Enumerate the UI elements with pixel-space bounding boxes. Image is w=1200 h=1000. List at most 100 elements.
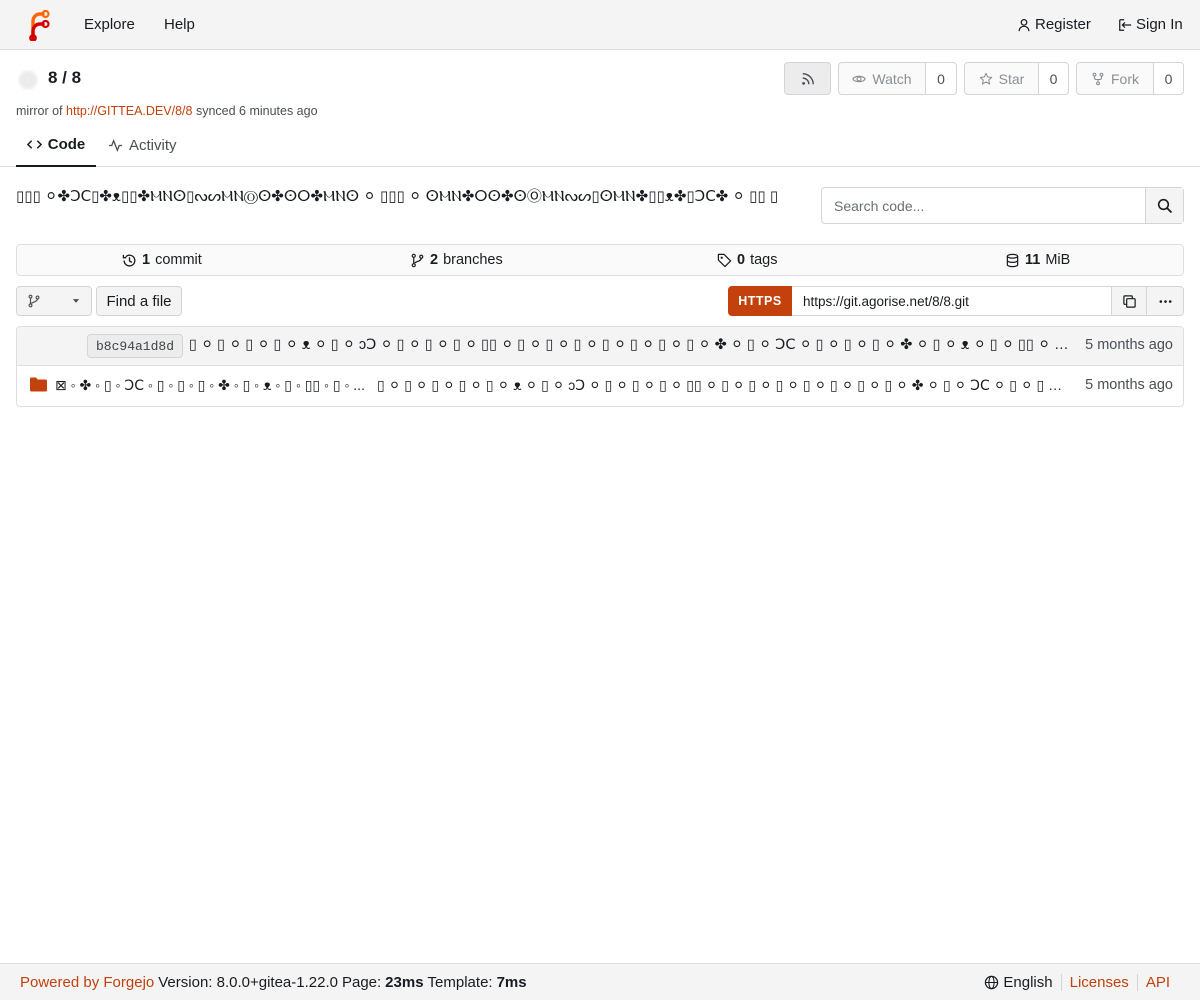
copy-icon [1122,294,1136,308]
fork-button[interactable]: Fork [1076,62,1154,95]
table-row: ⊠ ◦ ✤ ◦ ▯ ◦ ↃⅭ ◦ ▯ ◦ ▯ ◦ ▯ ◦ ✤ ◦ ▯ ◦ ᴥ ◦… [17,366,1183,406]
repo-stats-bar: 1 commit 2 branches 0 tags 11 MiB [16,244,1184,276]
fork-label: Fork [1111,70,1139,87]
star-count[interactable]: 0 [1039,62,1069,95]
branches-count: 2 [430,252,439,268]
more-options-button[interactable] [1147,286,1184,316]
person-icon [1018,18,1030,32]
rss-icon [801,72,814,85]
file-table: b8c94a1d8d ▯ ⚪ ▯ ⚪ ▯ ⚪ ▯ ⚪ ᴥ ⚪ ▯ ⚪ ↄↃ ⚪ … [16,326,1184,407]
folder-icon [30,377,47,392]
file-entry-commit[interactable]: ▯ ⚪ ▯ ⚪ ▯ ⚪ ▯ ⚪ ▯ ⚪ ᴥ ⚪ ▯ ⚪ ↄↃ ⚪ ▯ ⚪ ▯ ⚪… [377,377,1073,397]
template-time-label: Template: [427,974,493,991]
licenses-item: Licenses [1060,974,1137,991]
commits-label: commit [155,252,202,268]
rss-group [784,62,831,95]
file-entry-name[interactable]: ⊠ ◦ ✤ ◦ ▯ ◦ ↃⅭ ◦ ▯ ◦ ▯ ◦ ▯ ◦ ✤ ◦ ▯ ◦ ᴥ ◦… [55,377,367,397]
mirror-prefix: mirror of [16,104,63,118]
star-label: Star [998,70,1025,87]
watch-button[interactable]: Watch [838,62,926,95]
commits-count: 1 [142,252,151,268]
sign-in-label: Sign In [1136,16,1183,33]
commit-sha-button[interactable]: b8c94a1d8d [87,334,183,358]
footer-links: English Licenses API [976,964,1178,1000]
fork-group: Fork 0 [1076,62,1184,95]
kebab-horizontal-icon [1159,299,1171,303]
size-unit: MiB [1045,252,1071,268]
code-search [821,187,1184,224]
find-file-button[interactable]: Find a file [96,286,182,316]
repo-tabs: Code Activity [0,124,1200,167]
nav-help[interactable]: Help [164,0,195,50]
star-button[interactable]: Star [964,62,1039,95]
clone-protocol-button[interactable]: HTTPS [728,286,792,316]
eye-icon [852,75,867,82]
pulse-icon [108,139,123,152]
watch-count[interactable]: 0 [926,62,957,95]
version-text: Version: 8.0.0+gitea-1.22.0 [158,974,338,991]
search-input[interactable] [822,188,1145,223]
repo-avatar [18,70,38,90]
clone-panel: HTTPS [728,286,1184,316]
fork-icon [1092,72,1104,85]
file-entry-time: 5 months ago [1085,377,1173,393]
branches-label: branches [443,252,503,268]
branch-icon [411,253,424,267]
tab-activity-label: Activity [129,137,177,154]
nav-explore[interactable]: Explore [84,0,135,50]
stat-tags[interactable]: 0 tags [717,245,778,275]
page-footer: Powered by Forgejo Version: 8.0.0+gitea-… [0,963,1200,1000]
tab-activity[interactable]: Activity [108,124,177,167]
stat-size: 11 MiB [1005,245,1070,275]
latest-commit-time: 5 months ago [1085,337,1173,353]
branch-icon [28,294,40,308]
caret-down-icon [72,299,80,303]
code-icon [26,140,42,149]
nav-sign-in[interactable]: Sign In [1118,0,1183,50]
history-icon [122,254,136,267]
latest-commit-message[interactable]: ▯ ⚪ ▯ ⚪ ▯ ⚪ ▯ ⚪ ᴥ ⚪ ▯ ⚪ ↄↃ ⚪ ▯ ⚪ ▯ ⚪ ▯ ⚪… [189,337,1073,357]
footer-info: Powered by Forgejo Version: 8.0.0+gitea-… [20,964,527,1000]
branch-selector[interactable] [16,286,92,316]
licenses-link[interactable]: Licenses [1070,974,1129,991]
clone-url-input[interactable] [792,286,1112,316]
mirror-url-link[interactable]: http://GITTEA.DEV/8/8 [66,104,192,118]
search-button[interactable] [1145,188,1183,223]
register-label: Register [1035,16,1091,33]
language-selector[interactable]: English [976,974,1060,991]
database-icon [1006,253,1019,267]
tags-label: tags [750,252,778,268]
tab-code[interactable]: Code [16,124,96,167]
tags-count: 0 [737,252,746,268]
top-navbar: Explore Help Register Sign In [0,0,1200,50]
watch-group: Watch 0 [838,62,957,95]
tag-icon [717,253,732,267]
size-value: 11 [1025,252,1041,268]
copy-url-button[interactable] [1112,286,1147,316]
repo-title[interactable]: 8 / 8 [48,68,81,88]
api-item: API [1136,974,1178,991]
search-icon [1157,198,1172,213]
sign-in-icon [1119,19,1132,31]
globe-icon [985,975,999,990]
tab-code-label: Code [47,136,86,153]
language-label: English [1003,974,1053,991]
template-time-value: 7ms [496,974,527,991]
nav-register[interactable]: Register [1017,0,1091,50]
page-time-label: Page: [341,974,382,991]
api-link[interactable]: API [1146,974,1170,991]
page-time-value: 23ms [385,974,424,991]
watch-label: Watch [872,70,912,87]
mirror-info: mirror of http://GITTEA.DEV/8/8 synced 6… [16,104,318,118]
repo-description: ▯▯▯ ⚪✤ↃⅭ▯✤ᴥ▯▯✤ⲘⲚⵙ▯ᔓᔕⲘⲚⓄⵙ✤ⵙⵔ✤ⲘⲚⵙ ⚪ ▯▯▯ ⚪ … [16,188,779,205]
star-group: Star 0 [964,62,1069,95]
latest-commit-row: b8c94a1d8d ▯ ⚪ ▯ ⚪ ▯ ⚪ ▯ ⚪ ᴥ ⚪ ▯ ⚪ ↄↃ ⚪ … [17,327,1183,366]
fork-count[interactable]: 0 [1154,62,1184,95]
rss-button[interactable] [784,62,831,95]
star-icon [979,72,992,85]
forgejo-logo-icon[interactable] [27,9,51,41]
powered-by-link[interactable]: Powered by Forgejo [20,974,154,991]
stat-branches[interactable]: 2 branches [410,245,503,275]
mirror-synced: synced 6 minutes ago [195,104,318,118]
stat-commits[interactable]: 1 commit [122,245,202,275]
